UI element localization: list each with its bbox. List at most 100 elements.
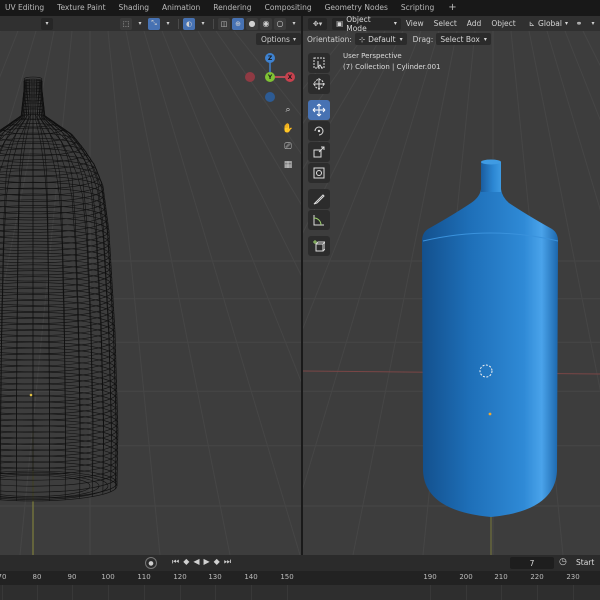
tick-label: 110: [137, 573, 151, 581]
menu-view[interactable]: View: [401, 19, 429, 28]
tab-rendering[interactable]: Rendering: [208, 0, 259, 16]
camera-view-icon[interactable]: ⎚: [280, 139, 296, 155]
start-frame-label[interactable]: Start: [576, 558, 594, 567]
options-dropdown[interactable]: Options ▾: [256, 33, 301, 45]
chevron-down-icon[interactable]: ▾: [134, 18, 146, 30]
menu-object[interactable]: Object: [486, 19, 520, 28]
chevron-down-icon: ▾: [564, 20, 568, 27]
chevron-down-icon: ▾: [399, 35, 403, 43]
drag-label: Drag:: [412, 34, 434, 44]
transform-tool[interactable]: [308, 163, 330, 183]
cursor-icon: [313, 78, 325, 90]
drag-value-label: Select Box: [440, 34, 480, 44]
grid-perspective-icon[interactable]: ▦: [280, 157, 296, 173]
tool-settings-row: Orientation: ⊹ Default ▾ Drag: Select Bo…: [303, 31, 600, 47]
left-3d-viewport[interactable]: Options ▾ Z Y X ⌕ ✋ ⎚ ▦: [0, 31, 301, 555]
object-mode-label: Object Mode: [346, 14, 371, 33]
move-tool[interactable]: [308, 100, 330, 120]
tick-label: 70: [0, 573, 7, 581]
tick-label: 120: [173, 573, 187, 581]
navigation-gizmo[interactable]: Z Y X: [245, 51, 299, 105]
playback-controls: ⏮ ◆ ◀ ▶ ◆ ⏭: [170, 557, 233, 567]
tick-label: 140: [244, 573, 258, 581]
add-cube-tool[interactable]: [308, 236, 330, 256]
jump-end-icon[interactable]: ⏭: [224, 557, 231, 567]
tick-label: 100: [101, 573, 115, 581]
gizmo-neg-z-axis[interactable]: [265, 92, 275, 102]
transform-icon: [313, 167, 325, 179]
tab-animation[interactable]: Animation: [157, 0, 208, 16]
tick-label: 80: [32, 573, 42, 581]
select-box-tool[interactable]: [308, 53, 330, 73]
scale-tool[interactable]: [308, 142, 330, 162]
menu-add[interactable]: Add: [462, 19, 487, 28]
tab-uv-editing[interactable]: UV Editing: [0, 0, 52, 16]
wireframe-shading-icon[interactable]: ⊕: [232, 17, 244, 30]
gizmo-z-axis[interactable]: Z: [265, 53, 275, 63]
selectable-icon[interactable]: ⬚: [120, 17, 132, 30]
ruler-icon: [313, 215, 324, 226]
timeline-track-area[interactable]: [0, 585, 600, 600]
xray-toggle-icon[interactable]: ◫: [218, 17, 230, 30]
rendered-shading-icon[interactable]: ○: [274, 17, 286, 30]
clock-icon[interactable]: ◷: [559, 557, 567, 567]
chevron-down-icon: ▾: [292, 35, 296, 43]
tick-label: 210: [494, 573, 508, 581]
chevron-down-icon[interactable]: ▾: [197, 18, 209, 30]
pencil-icon: [313, 194, 325, 205]
prev-keyframe-icon[interactable]: ◆: [183, 557, 189, 567]
play-icon[interactable]: ▶: [204, 557, 210, 567]
play-reverse-icon[interactable]: ◀: [193, 557, 199, 567]
options-label: Options: [261, 34, 290, 44]
workspace-tab-bar: UV Editing Texture Paint Shading Animati…: [0, 0, 600, 16]
tab-scripting[interactable]: Scripting: [396, 0, 442, 16]
right-3d-viewport[interactable]: Orientation: ⊹ Default ▾ Drag: Select Bo…: [303, 31, 600, 555]
cylinder-object: [422, 163, 558, 517]
solid-shading-icon[interactable]: ●: [246, 17, 258, 30]
next-keyframe-icon[interactable]: ◆: [214, 557, 220, 567]
record-keyframe-icon[interactable]: ●: [145, 557, 157, 569]
tab-shading[interactable]: Shading: [114, 0, 157, 16]
transform-orientation-dropdown[interactable]: ⊾ Global ▾: [525, 18, 572, 30]
gizmo-y-axis[interactable]: Y: [265, 72, 275, 82]
gizmo-neg-x-axis[interactable]: [245, 72, 255, 82]
pivot-icon[interactable]: ⚭: [573, 18, 585, 30]
chevron-down-icon: ▾: [393, 20, 397, 27]
material-shading-icon[interactable]: ◉: [260, 17, 272, 30]
tick-label: 200: [459, 573, 473, 581]
timeline-ruler[interactable]: 70 80 90 100 110 120 130 140 150 190 200…: [0, 571, 600, 585]
object-mode-dropdown[interactable]: ▣ Object Mode ▾: [332, 14, 401, 33]
add-workspace-button[interactable]: +: [442, 0, 462, 16]
orientation-label: Orientation:: [307, 34, 352, 44]
menu-select[interactable]: Select: [429, 19, 462, 28]
gizmo-toggle-icon[interactable]: ⤡: [148, 17, 160, 30]
measure-tool[interactable]: [308, 210, 330, 230]
drag-dropdown[interactable]: Select Box ▾: [436, 33, 491, 45]
orientation-default-icon: ⊹: [358, 34, 366, 44]
zoom-icon[interactable]: ⌕: [280, 102, 296, 118]
chevron-down-icon[interactable]: ▾: [41, 17, 53, 30]
tick-label: 150: [280, 573, 294, 581]
orientation-dropdown[interactable]: ⊹ Default ▾: [354, 33, 407, 45]
view-perspective-label: User Perspective: [343, 52, 402, 60]
jump-start-icon[interactable]: ⏮: [172, 557, 179, 567]
left-viewport-header: ▾ ⬚ ▾ ⤡ ▾ ◐ ▾ ◫ ⊕ ● ◉ ○ ▾: [0, 16, 301, 31]
active-collection-label: (7) Collection | Cylinder.001: [343, 63, 441, 71]
annotate-tool[interactable]: [308, 189, 330, 209]
tab-compositing[interactable]: Compositing: [260, 0, 320, 16]
tab-texture-paint[interactable]: Texture Paint: [52, 0, 113, 16]
chevron-down-icon[interactable]: ▾: [162, 18, 174, 30]
chevron-down-icon[interactable]: ▾: [288, 18, 300, 30]
hand-pan-icon[interactable]: ✋: [280, 121, 296, 137]
overlay-toggle-icon[interactable]: ◐: [183, 17, 195, 30]
editor-type-icon[interactable]: ✥▾: [308, 17, 328, 30]
tool-shelf: [308, 53, 330, 257]
chevron-down-icon[interactable]: ▾: [587, 18, 599, 30]
timeline-header: ● ⏮ ◆ ◀ ▶ ◆ ⏭ 7 ◷ Start: [0, 555, 600, 571]
gizmo-x-axis[interactable]: X: [285, 72, 295, 82]
tick-label: 230: [566, 573, 580, 581]
cursor-tool[interactable]: [308, 74, 330, 94]
select-box-icon: [313, 57, 325, 69]
current-frame-field[interactable]: 7: [510, 557, 554, 569]
rotate-tool[interactable]: [308, 121, 330, 141]
